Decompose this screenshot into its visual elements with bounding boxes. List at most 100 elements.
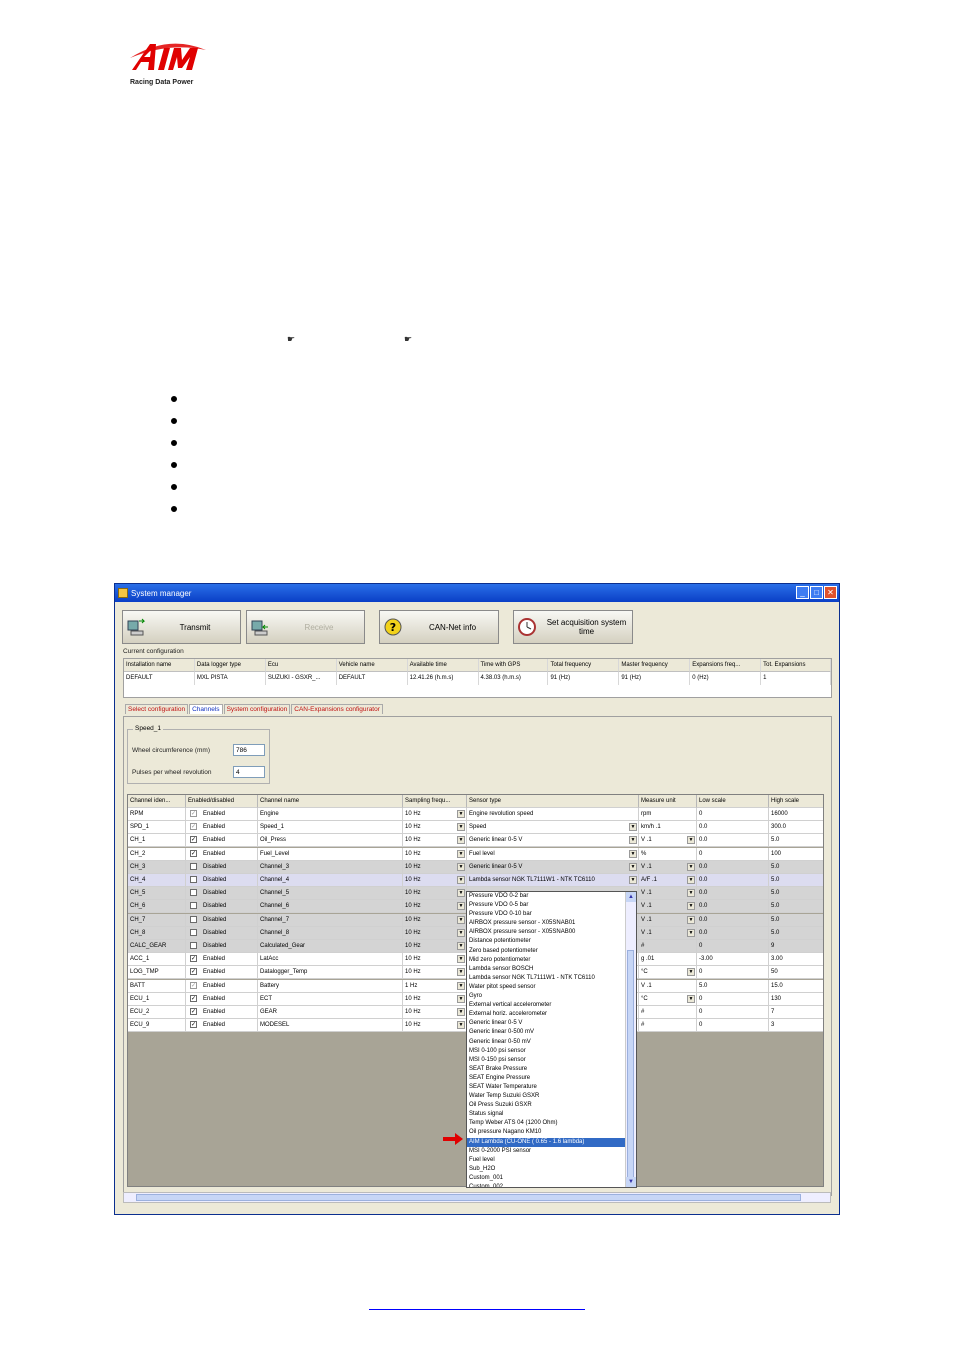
sampling-cell[interactable]: 10 Hz ▼ [403, 1019, 467, 1033]
channel-name-cell[interactable]: Engine [258, 808, 403, 821]
chevron-down-icon[interactable]: ▼ [687, 928, 695, 937]
table-row[interactable]: SPD_1 ✓ Enabled Speed_1 10 Hz ▼ Speed ▼ km/h .1 0… [128, 821, 823, 835]
measure-unit-cell[interactable]: V .1 [639, 979, 697, 993]
sensor-type-cell[interactable]: Fuel level ▼ [467, 847, 639, 861]
enabled-cell[interactable]: ✓ Enabled [186, 834, 258, 848]
chevron-down-icon[interactable]: ▼ [687, 836, 695, 845]
measure-unit-cell[interactable]: V .1 ▼ [639, 913, 697, 927]
table-row[interactable]: RPM ✓ Enabled Engine 10 Hz ▼ Engine revolution… [128, 808, 823, 821]
high-scale-cell[interactable]: 5.0 [769, 887, 823, 901]
low-scale-cell[interactable]: 5.0 [697, 979, 769, 993]
enabled-cell[interactable]: Disabled [186, 874, 258, 887]
transmit-button[interactable]: Transmit [122, 610, 241, 644]
dropdown-scrollbar[interactable]: ▲ ▼ [625, 892, 636, 1187]
enabled-cell[interactable]: Disabled [186, 860, 258, 874]
table-row[interactable]: CH_4 Disabled Channel_4 10 Hz ▼ Lambda sensor… [128, 874, 823, 887]
measure-unit-cell[interactable]: km/h .1 [639, 821, 697, 835]
dropdown-option[interactable]: External horiz. accelerometer [467, 1010, 636, 1019]
chevron-down-icon[interactable]: ▼ [457, 1021, 465, 1030]
sampling-cell[interactable]: 10 Hz ▼ [403, 913, 467, 927]
low-scale-cell[interactable]: 0 [697, 1006, 769, 1019]
table-row[interactable]: CH_2 ✓ Enabled Fuel_Level 10 Hz ▼ Fuel level ▼%… [128, 847, 823, 861]
channel-name-cell[interactable]: Calculated_Gear [258, 940, 403, 953]
dropdown-option[interactable]: Water pitot speed sensor [467, 983, 636, 992]
sampling-cell[interactable]: 1 Hz ▼ [403, 979, 467, 993]
channel-name-cell[interactable]: GEAR [258, 1006, 403, 1019]
config-data-row[interactable]: DEFAULT MXL PISTA SUZUKI - GSXR_... DEFAULT… [124, 672, 832, 685]
sensor-type-cell[interactable]: Generic linear 0-5 V ▼ [467, 834, 639, 848]
chevron-down-icon[interactable]: ▼ [457, 889, 465, 898]
high-scale-cell[interactable]: 130 [769, 993, 823, 1006]
high-scale-cell[interactable]: 7 [769, 1006, 823, 1019]
channel-name-cell[interactable]: Channel_3 [258, 860, 403, 874]
enabled-cell[interactable]: ✓ Enabled [186, 992, 258, 1006]
dropdown-option[interactable]: AIRBOX pressure sensor - X05SNAB00 [467, 928, 636, 937]
sampling-cell[interactable]: 10 Hz ▼ [403, 1006, 467, 1019]
low-scale-cell[interactable]: 0.0 [697, 874, 769, 887]
enabled-checkbox[interactable]: ✓ [190, 981, 197, 989]
enabled-cell[interactable]: ✓ Enabled [186, 821, 258, 835]
chevron-down-icon[interactable]: ▼ [457, 862, 465, 871]
chevron-down-icon[interactable]: ▼ [629, 836, 637, 845]
set-acquisition-time-button[interactable]: Set acquisition system time [513, 610, 633, 644]
channel-name-cell[interactable]: Fuel_Level [258, 847, 403, 861]
enabled-checkbox[interactable]: ✓ [190, 809, 197, 817]
grid-header-cell[interactable]: Channel name [258, 795, 403, 808]
enabled-cell[interactable]: Disabled [186, 926, 258, 940]
sampling-cell[interactable]: 10 Hz ▼ [403, 926, 467, 940]
enabled-cell[interactable]: Disabled [186, 900, 258, 914]
dropdown-option[interactable]: Lambda sensor NGK TL7111W1 - NTK TC6110 [467, 974, 636, 983]
high-scale-cell[interactable]: 3.00 [769, 953, 823, 967]
low-scale-cell[interactable]: 0.0 [697, 887, 769, 901]
enabled-checkbox[interactable] [190, 928, 197, 936]
measure-unit-cell[interactable]: # [639, 1006, 697, 1019]
measure-unit-cell[interactable]: rpm [639, 808, 697, 821]
measure-unit-cell[interactable]: °C ▼ [639, 966, 697, 980]
high-scale-cell[interactable]: 5.0 [769, 900, 823, 914]
measure-unit-cell[interactable]: V .1 ▼ [639, 900, 697, 914]
chevron-down-icon[interactable]: ▼ [687, 902, 695, 911]
chevron-down-icon[interactable]: ▼ [629, 849, 637, 858]
low-scale-cell[interactable]: 0.0 [697, 913, 769, 927]
sampling-cell[interactable]: 10 Hz ▼ [403, 847, 467, 861]
low-scale-cell[interactable]: 0 [697, 940, 769, 953]
grid-header-cell[interactable]: Low scale [697, 795, 769, 808]
high-scale-cell[interactable]: 5.0 [769, 914, 823, 927]
tab-select-configuration[interactable]: Select configuration [125, 704, 189, 714]
sensor-type-cell[interactable]: Lambda sensor NGK TL7111W1 - NTK TC6110 ▼ [467, 874, 639, 887]
chevron-down-icon[interactable]: ▼ [457, 915, 465, 924]
minimize-button[interactable]: _ [796, 586, 809, 599]
can-net-info-button[interactable]: ? CAN-Net info [379, 610, 499, 644]
enabled-cell[interactable]: ✓ Enabled [186, 966, 258, 980]
horizontal-scrollbar[interactable] [123, 1192, 831, 1203]
sampling-cell[interactable]: 10 Hz ▼ [403, 940, 467, 953]
sampling-cell[interactable]: 10 Hz ▼ [403, 900, 467, 914]
dropdown-option[interactable]: Pressure VDO 0-10 bar [467, 910, 636, 919]
grid-header-cell[interactable]: Channel iden... [128, 795, 186, 808]
enabled-cell[interactable]: ✓ Enabled [186, 1019, 258, 1033]
dropdown-option[interactable]: Custom_001 [467, 1174, 636, 1183]
chevron-down-icon[interactable]: ▼ [457, 823, 465, 832]
dropdown-option[interactable]: Generic linear 0-5 V [467, 1019, 636, 1028]
enabled-checkbox[interactable]: ✓ [190, 994, 197, 1002]
grid-header-cell[interactable]: Sampling frequ... [403, 795, 467, 808]
enabled-checkbox[interactable]: ✓ [190, 1021, 197, 1029]
chevron-down-icon[interactable]: ▼ [687, 889, 695, 898]
enabled-cell[interactable]: ✓ Enabled [186, 808, 258, 821]
dropdown-option[interactable]: Custom_002 [467, 1183, 636, 1187]
low-scale-cell[interactable]: -3.00 [697, 953, 769, 967]
channel-name-cell[interactable]: Channel_6 [258, 900, 403, 914]
channel-name-cell[interactable]: Oil_Press [258, 834, 403, 848]
enabled-cell[interactable]: Disabled [186, 887, 258, 901]
measure-unit-cell[interactable]: A/F .1 ▼ [639, 874, 697, 887]
scroll-up-icon[interactable]: ▲ [626, 892, 636, 902]
low-scale-cell[interactable]: 0 [697, 992, 769, 1006]
channel-name-cell[interactable]: Channel_5 [258, 887, 403, 901]
dropdown-option[interactable]: Generic linear 0-500 mV [467, 1028, 636, 1037]
chevron-down-icon[interactable]: ▼ [457, 876, 465, 884]
chevron-down-icon[interactable]: ▼ [457, 902, 465, 911]
chevron-down-icon[interactable]: ▼ [457, 955, 465, 964]
measure-unit-cell[interactable]: # [639, 1019, 697, 1033]
enabled-checkbox[interactable] [190, 902, 197, 910]
measure-unit-cell[interactable]: °C ▼ [639, 992, 697, 1006]
